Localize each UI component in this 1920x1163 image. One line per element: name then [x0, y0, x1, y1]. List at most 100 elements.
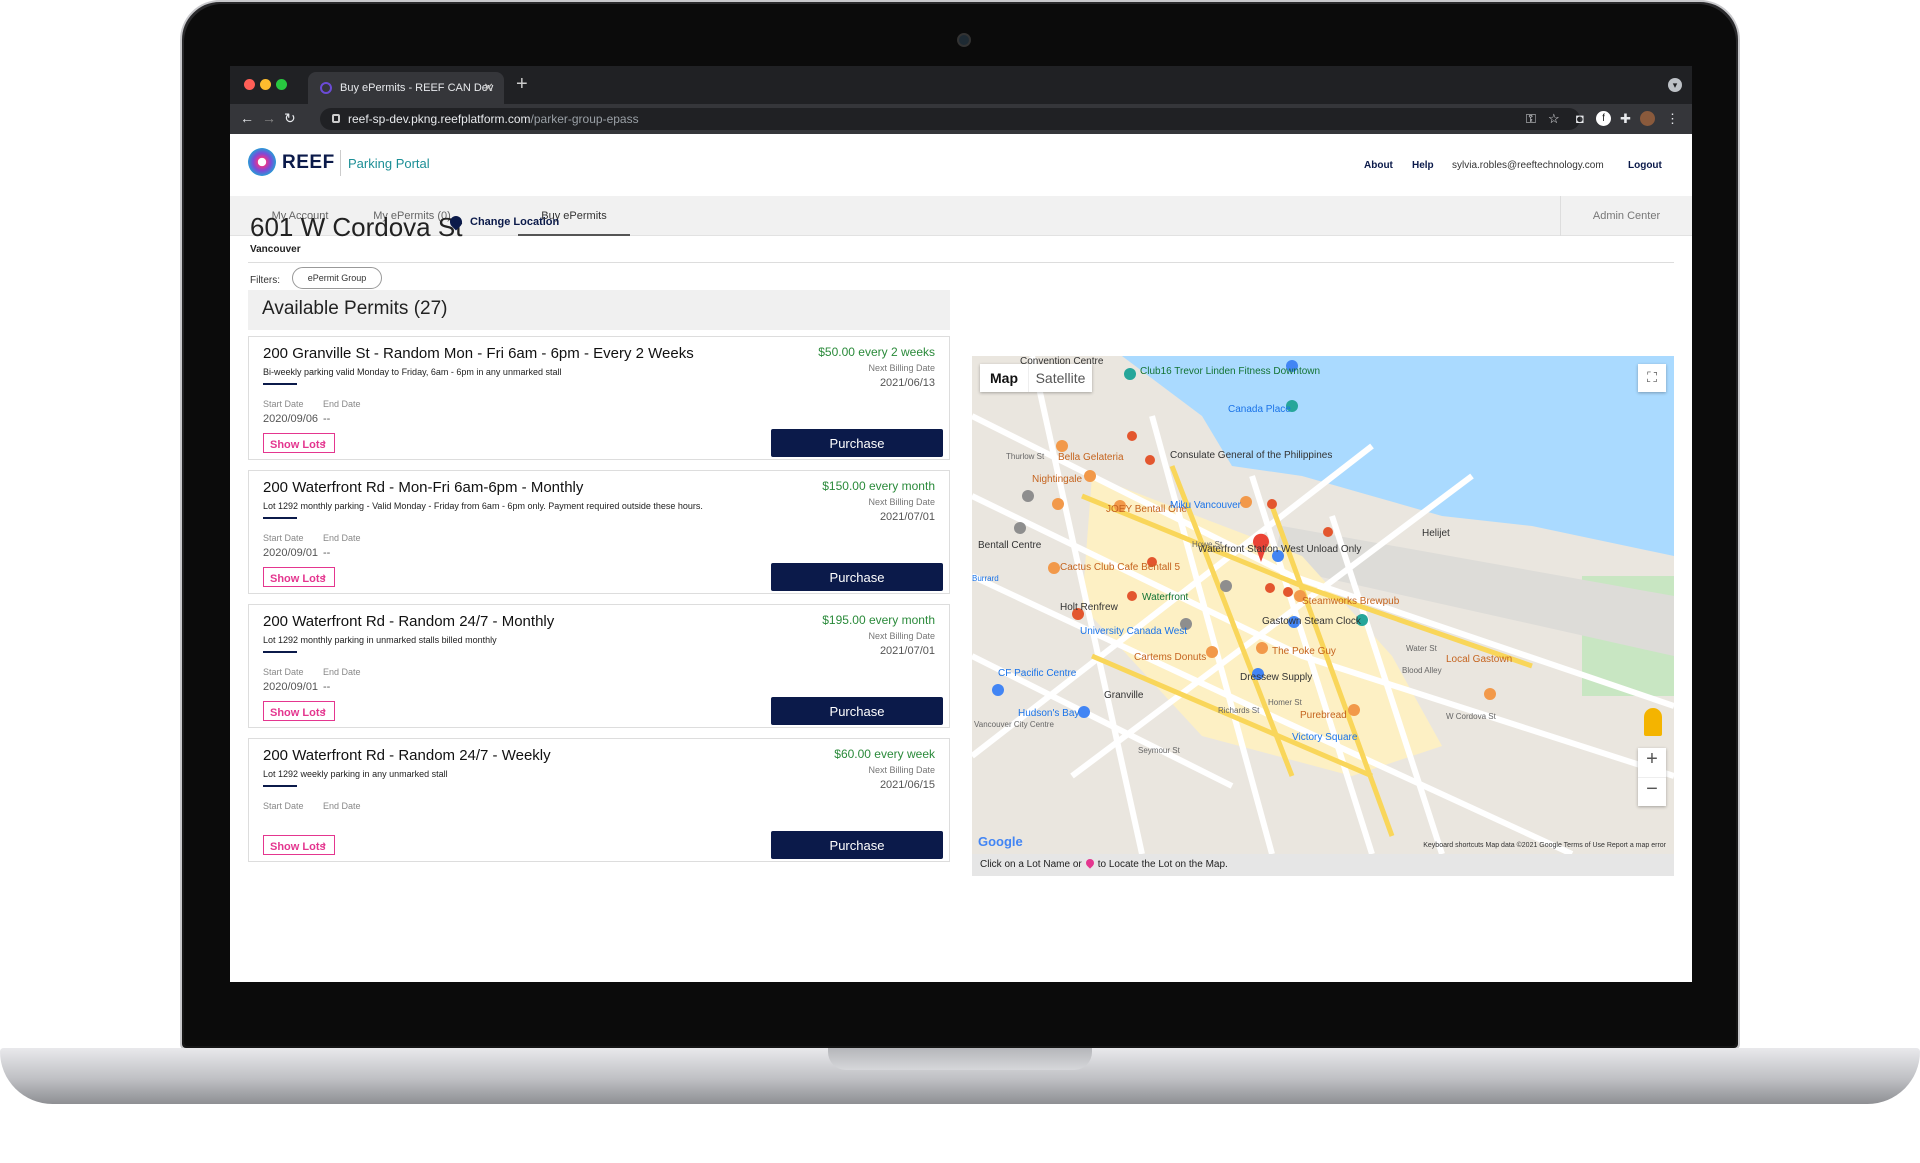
map-type-satellite-button[interactable]: Satellite — [1028, 364, 1092, 392]
permit-name[interactable]: 200 Waterfront Rd - Random 24/7 - Weekly — [263, 747, 551, 764]
browser-tabbar: Buy ePermits - REEF CAN Dev ✕ + ▾ — [230, 66, 1692, 104]
browser-tab[interactable]: Buy ePermits - REEF CAN Dev ✕ — [308, 72, 504, 104]
map-label[interactable]: Steamworks Brewpub — [1302, 596, 1399, 607]
maximize-window-button[interactable] — [276, 79, 287, 90]
forward-icon[interactable]: → — [262, 110, 276, 126]
tab-close-icon[interactable]: ✕ — [483, 80, 494, 96]
map-label[interactable]: The Poke Guy — [1272, 646, 1336, 657]
permit-name[interactable]: 200 Waterfront Rd - Random 24/7 - Monthl… — [263, 613, 554, 630]
puzzle-icon[interactable]: ✚ — [1620, 111, 1631, 127]
map-label[interactable]: Bella Gelateria — [1058, 452, 1124, 463]
purchase-button[interactable]: Purchase — [771, 429, 943, 457]
map-label[interactable]: W Cordova St — [1446, 712, 1496, 721]
lock-icon — [332, 114, 340, 123]
map-label[interactable]: Canada Place — [1228, 404, 1291, 415]
tab-admin-center[interactable]: Admin Center — [1560, 196, 1692, 236]
show-lots-button[interactable]: Show Lots › — [263, 433, 335, 453]
permit-accent-bar — [263, 785, 297, 787]
map-label[interactable]: Consulate General of the Philippines — [1170, 450, 1332, 461]
camera-extension-icon[interactable]: ◘ — [1576, 111, 1584, 126]
start-date-value: 2020/09/06 — [263, 413, 319, 425]
new-tab-button[interactable]: + — [516, 73, 528, 96]
url-host: reef-sp-dev.pkng.reefplatform.com — [348, 112, 531, 126]
key-icon[interactable]: ⚿ — [1526, 111, 1536, 127]
map-label[interactable]: Thurlow St — [1006, 452, 1044, 461]
change-location-link[interactable]: Change Location — [470, 216, 559, 228]
permit-card: 200 Waterfront Rd - Random 24/7 - Weekly… — [248, 738, 950, 862]
map-label[interactable]: Waterfront Station West Unload Only — [1198, 544, 1361, 555]
map-label[interactable]: Richards St — [1218, 706, 1259, 715]
map-attribution[interactable]: Keyboard shortcuts Map data ©2021 Google… — [1423, 842, 1666, 849]
map-label[interactable]: Cactus Club Cafe Bentall 5 — [1060, 562, 1180, 573]
location-title: 601 W Cordova St — [250, 212, 463, 242]
map-label[interactable]: Holt Renfrew — [1060, 602, 1118, 613]
map-label[interactable]: Nightingale — [1032, 474, 1082, 485]
menu-icon[interactable]: ⋮ — [1666, 111, 1679, 127]
map-label[interactable]: Bentall Centre — [978, 540, 1041, 551]
permit-description: Lot 1292 monthly parking in unmarked sta… — [263, 635, 497, 645]
next-billing-date: 2021/06/15 — [879, 779, 935, 791]
next-billing-label: Next Billing Date — [868, 631, 935, 641]
help-link[interactable]: Help — [1412, 160, 1434, 171]
back-icon[interactable]: ← — [240, 110, 254, 126]
next-billing-label: Next Billing Date — [868, 497, 935, 507]
map-label[interactable]: Helijet — [1422, 528, 1450, 539]
permit-name[interactable]: 200 Granville St - Random Mon - Fri 6am … — [263, 345, 694, 362]
show-lots-button[interactable]: Show Lots › — [263, 567, 335, 587]
map-label[interactable]: Victory Square — [1292, 732, 1357, 743]
about-link[interactable]: About — [1364, 160, 1393, 171]
map-label[interactable]: Purebread — [1300, 710, 1347, 721]
start-date-value: 2020/09/01 — [263, 681, 319, 693]
fullscreen-icon[interactable]: ⛶ — [1638, 364, 1666, 392]
avatar[interactable] — [1640, 111, 1655, 126]
brand-name: REEF — [282, 152, 335, 173]
star-icon[interactable]: ☆ — [1548, 111, 1560, 127]
map-label[interactable]: Club16 Trevor Linden Fitness Downtown — [1140, 366, 1320, 377]
tab-search-icon[interactable]: ▾ — [1668, 78, 1682, 92]
map-label[interactable]: Homer St — [1268, 698, 1302, 707]
map-label[interactable]: University Canada West — [1080, 626, 1187, 637]
permit-price: $50.00 every 2 weeks — [818, 345, 935, 359]
map-label[interactable]: Granville — [1104, 690, 1143, 701]
address-bar[interactable]: reef-sp-dev.pkng.reefplatform.com/parker… — [320, 108, 1580, 130]
screen: Buy ePermits - REEF CAN Dev ✕ + ▾ ← → ↻ … — [230, 66, 1692, 982]
location-city: Vancouver — [250, 244, 301, 255]
purchase-button[interactable]: Purchase — [771, 697, 943, 725]
webcam — [957, 33, 971, 47]
zoom-in-button[interactable]: + — [1638, 748, 1666, 777]
close-window-button[interactable] — [244, 79, 255, 90]
zoom-out-button[interactable]: − — [1638, 777, 1666, 806]
filter-chip-epermit-group[interactable]: ePermit Group — [292, 267, 382, 289]
minimize-window-button[interactable] — [260, 79, 271, 90]
logout-link[interactable]: Logout — [1628, 160, 1662, 171]
map-label[interactable]: Miku Vancouver — [1170, 500, 1241, 511]
favicon-icon — [320, 82, 332, 94]
map-label[interactable]: Dressew Supply — [1240, 672, 1312, 683]
map-label[interactable]: Vancouver City Centre — [974, 720, 1054, 729]
end-date-value: -- — [323, 547, 331, 559]
end-date-value: -- — [323, 413, 331, 425]
show-lots-button[interactable]: Show Lots › — [263, 701, 335, 721]
map-label[interactable]: Gastown Steam Clock — [1262, 616, 1361, 627]
map-label[interactable]: Waterfront — [1142, 592, 1188, 603]
reload-icon[interactable]: ↻ — [284, 110, 296, 127]
purchase-button[interactable]: Purchase — [771, 563, 943, 591]
map-label[interactable]: Seymour St — [1138, 746, 1180, 755]
map-label[interactable]: Burrard — [972, 574, 999, 583]
pegman-icon[interactable] — [1644, 708, 1662, 736]
map-label[interactable]: CF Pacific Centre — [998, 668, 1076, 679]
map-label[interactable]: Local Gastown — [1446, 654, 1512, 665]
map-type-map-button[interactable]: Map — [980, 364, 1028, 392]
permit-name[interactable]: 200 Waterfront Rd - Mon-Fri 6am-6pm - Mo… — [263, 479, 583, 496]
map-label[interactable]: Hudson's Bay — [1018, 708, 1079, 719]
map-label[interactable]: Blood Alley — [1402, 666, 1442, 675]
map-label[interactable]: Water St — [1406, 644, 1437, 653]
show-lots-button[interactable]: Show Lots › — [263, 835, 335, 855]
map-label[interactable]: Cartems Donuts — [1134, 652, 1206, 663]
map-label[interactable]: Howe St — [1192, 540, 1222, 549]
purchase-button[interactable]: Purchase — [771, 831, 943, 859]
map[interactable]: Convention Centre Club16 Trevor Linden Fi… — [972, 356, 1674, 854]
end-date-label: End Date — [323, 801, 361, 811]
extension-f-icon[interactable]: f — [1596, 111, 1611, 126]
permit-accent-bar — [263, 383, 297, 385]
